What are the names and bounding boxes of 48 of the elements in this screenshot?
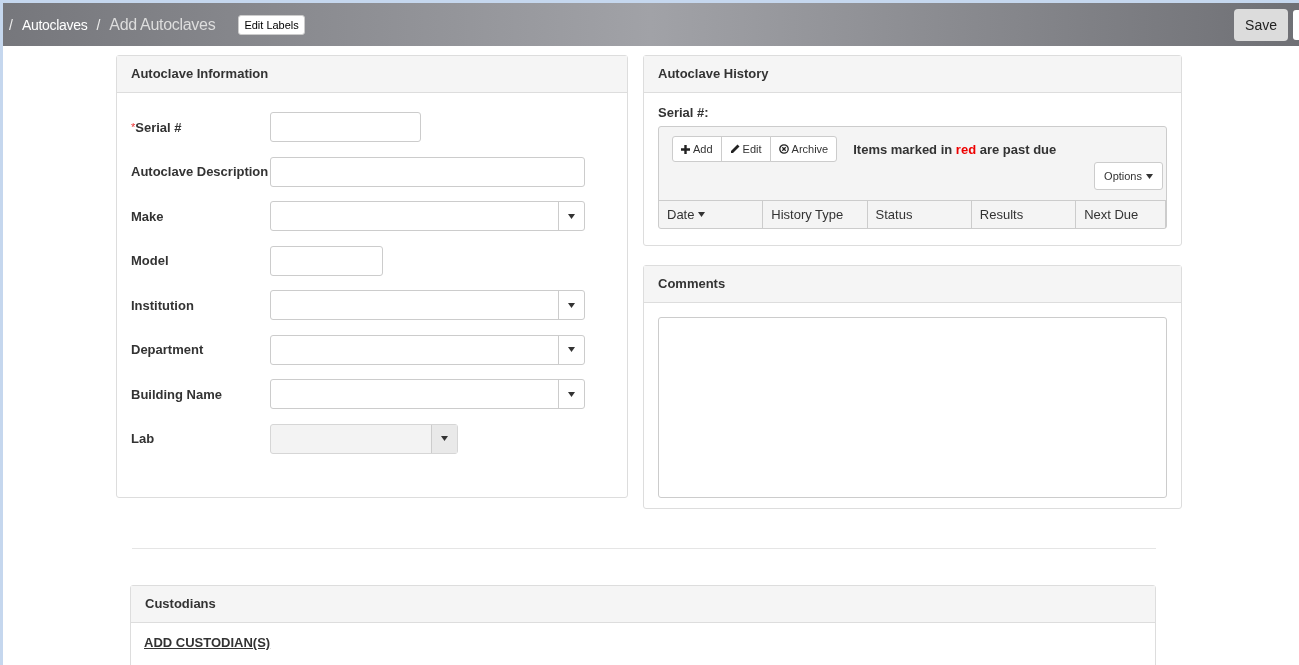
text-input-field[interactable] [270,245,383,276]
breadcrumb-link[interactable]: Autoclaves [21,16,88,33]
field-label: Autoclave Description [131,163,270,181]
text-input-field[interactable] [270,156,585,187]
dropdown-field[interactable] [270,334,585,365]
dropdown-field[interactable] [270,379,585,410]
field-label: Make [131,207,165,225]
column-header[interactable]: Status [867,201,972,228]
dropdown-caret-icon [568,347,575,353]
breadcrumb-separator: / [9,16,13,33]
comments-text-area[interactable] [658,317,1167,498]
panel-title: Custodians [131,586,1155,623]
dropdown-field[interactable] [270,290,585,321]
plus-icon [681,144,690,154]
panel-title: Autoclave Information [117,56,627,93]
save-button[interactable]: Save [1234,8,1288,41]
add-custodians-link[interactable]: ADD CUSTODIAN(S) [144,635,271,650]
cut-off-button[interactable] [1293,9,1299,40]
field-label: Department [131,341,205,359]
column-header[interactable]: Results [971,201,1077,228]
field-label: Lab [131,430,156,448]
text-input-field[interactable] [270,112,421,143]
dropdown-caret-icon [568,391,575,397]
column-header[interactable]: Date [659,201,764,228]
breadcrumb-separator: / [96,16,101,33]
field-label: Model [131,252,170,270]
toolbar-button[interactable]: Archive [769,136,838,162]
past-due-notice: Items marked in red are past due [853,142,1057,157]
field-label: Building Name [131,385,223,403]
serial-label: Serial #: [658,105,710,120]
sort-caret-icon [698,212,706,217]
panel-title: Comments [644,266,1181,303]
column-header[interactable]: Next Due [1076,201,1166,228]
field-label: *Serial # [131,118,183,136]
dropdown-caret-icon [568,302,575,308]
column-header[interactable]: History Type [763,201,868,228]
panel-title: Autoclave History [644,56,1181,93]
edit-labels-button[interactable]: Edit Labels [238,14,305,35]
field-label: Institution [131,296,195,314]
dropdown-caret-icon [568,213,575,219]
toolbar-button[interactable]: Add [672,136,722,162]
circled-x-icon [778,144,789,154]
options-button[interactable]: Options [1094,162,1163,190]
pencil-icon [729,144,740,154]
caret-icon [1146,173,1153,179]
toolbar-button[interactable]: Edit [720,136,771,162]
dropdown-caret-icon [441,436,448,442]
dropdown-field[interactable] [270,201,585,232]
